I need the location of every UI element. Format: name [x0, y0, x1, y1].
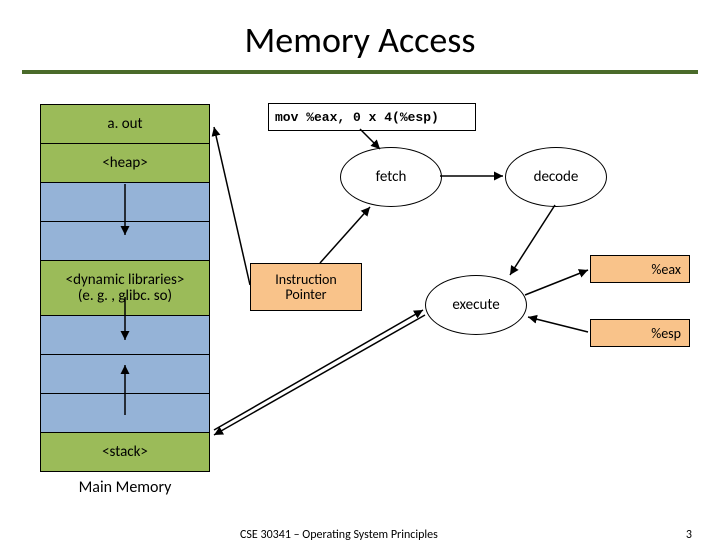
- mem-aout: a. out: [40, 104, 210, 144]
- mem-stack: <stack>: [40, 432, 210, 472]
- mem-dynlib: <dynamic libraries> (e. g. , glibc. so): [40, 260, 210, 316]
- esp-register: %esp: [590, 319, 690, 347]
- mem-gap3: [40, 315, 210, 355]
- mem-gap4: [40, 354, 210, 394]
- mem-gap5: [40, 393, 210, 433]
- eax-register: %eax: [590, 255, 690, 283]
- instruction-box: mov %eax, 0 x 4(%esp): [268, 103, 476, 131]
- diagram-stage: a. out <heap> <dynamic libraries> (e. g.…: [0, 85, 720, 505]
- slide-title: Memory Access: [0, 0, 720, 70]
- execute-node: execute: [425, 275, 527, 335]
- mem-heap: <heap>: [40, 143, 210, 183]
- instruction-pointer-box: Instruction Pointer: [250, 263, 362, 311]
- fetch-node: fetch: [340, 147, 442, 207]
- memory-column: a. out <heap> <dynamic libraries> (e. g.…: [40, 105, 210, 497]
- memory-label: Main Memory: [40, 472, 210, 497]
- ip-line1: Instruction: [275, 272, 337, 287]
- mem-gap2: [40, 221, 210, 261]
- mem-gap1: [40, 182, 210, 222]
- mem-dynlib-line2: (e. g. , glibc. so): [66, 288, 185, 305]
- decode-node: decode: [505, 147, 607, 207]
- title-rule: [22, 70, 698, 74]
- ip-line2: Pointer: [275, 287, 337, 302]
- mem-dynlib-line1: <dynamic libraries>: [66, 272, 185, 289]
